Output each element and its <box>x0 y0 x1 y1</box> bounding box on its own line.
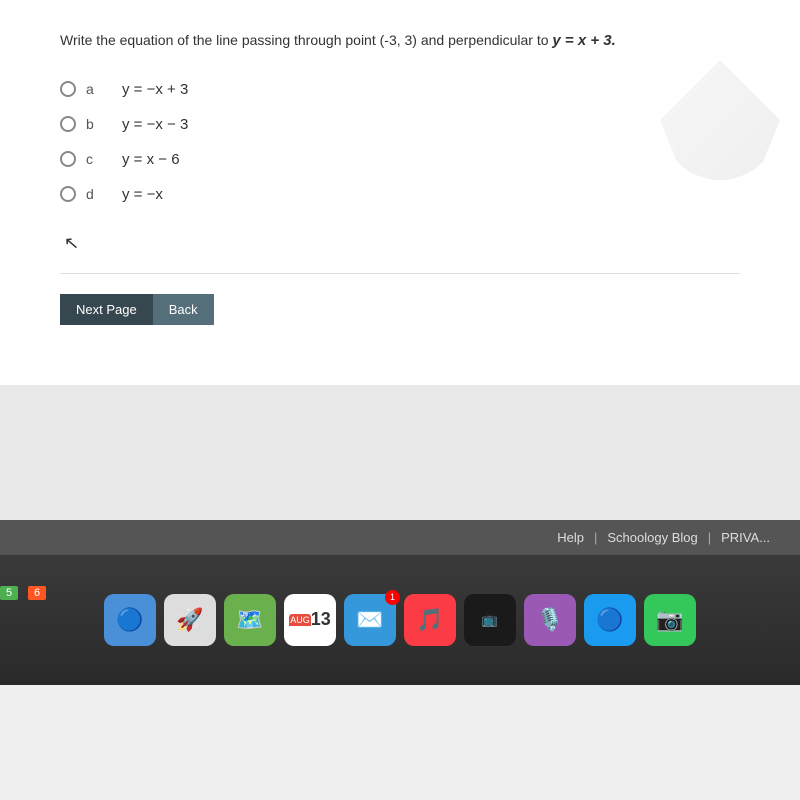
divider <box>60 273 740 274</box>
corner-number-1: 5 <box>0 586 18 600</box>
privacy-link[interactable]: PRIVA... <box>721 530 770 545</box>
option-d[interactable]: d y = −x <box>60 186 740 203</box>
mail-icon[interactable]: ✉️ 1 <box>344 594 396 646</box>
mail-badge: 1 <box>385 590 400 605</box>
watermark-area <box>660 60 780 180</box>
help-link[interactable]: Help <box>557 530 584 545</box>
facetime-icon[interactable]: 📷 <box>644 594 696 646</box>
taskbar: 5 6 🔵 🚀 🗺️ AUG 13 ✉️ 1 🎵 📺 🎙️ 🔵 📷 <box>0 555 800 685</box>
podcast-icon[interactable]: 🎙️ <box>524 594 576 646</box>
bottom-bar: Help | Schoology Blog | PRIVA... <box>0 520 800 555</box>
next-page-button[interactable]: Next Page <box>60 294 153 325</box>
option-d-label: d <box>86 186 102 202</box>
main-content: Write the equation of the line passing t… <box>0 0 800 385</box>
music-icon[interactable]: 🎵 <box>404 594 456 646</box>
option-b-label: b <box>86 116 102 132</box>
question-formula: y = x + 3. <box>552 32 615 49</box>
radio-a[interactable] <box>60 81 76 97</box>
launchpad-icon[interactable]: 🚀 <box>164 594 216 646</box>
maps-icon[interactable]: 🗺️ <box>224 594 276 646</box>
radio-b[interactable] <box>60 116 76 132</box>
option-d-formula: y = −x <box>122 186 163 203</box>
cursor-icon: ↖ <box>63 232 80 254</box>
option-c-formula: y = x − 6 <box>122 151 180 168</box>
options-list: a y = −x + 3 b y = −x − 3 c y = x − 6 d … <box>60 81 740 203</box>
corner-number-2: 6 <box>28 586 46 600</box>
appstore-icon[interactable]: 🔵 <box>584 594 636 646</box>
question-text: Write the equation of the line passing t… <box>60 30 740 53</box>
back-button[interactable]: Back <box>153 294 214 325</box>
radio-c[interactable] <box>60 151 76 167</box>
cursor-area: ↖ <box>60 233 740 253</box>
separator-2: | <box>708 530 711 545</box>
appletv-icon[interactable]: 📺 <box>464 594 516 646</box>
option-a-label: a <box>86 81 102 97</box>
option-c[interactable]: c y = x − 6 <box>60 151 740 168</box>
blog-link[interactable]: Schoology Blog <box>607 530 697 545</box>
option-a-formula: y = −x + 3 <box>122 81 188 98</box>
option-c-label: c <box>86 151 102 167</box>
separator-1: | <box>594 530 597 545</box>
option-b-formula: y = −x − 3 <box>122 116 188 133</box>
calendar-icon[interactable]: AUG 13 <box>284 594 336 646</box>
finder-icon[interactable]: 🔵 <box>104 594 156 646</box>
option-b[interactable]: b y = −x − 3 <box>60 116 740 133</box>
option-a[interactable]: a y = −x + 3 <box>60 81 740 98</box>
radio-d[interactable] <box>60 186 76 202</box>
buttons-row: Next Page Back <box>60 294 740 325</box>
lower-section: Help | Schoology Blog | PRIVA... 5 6 🔵 🚀… <box>0 385 800 685</box>
